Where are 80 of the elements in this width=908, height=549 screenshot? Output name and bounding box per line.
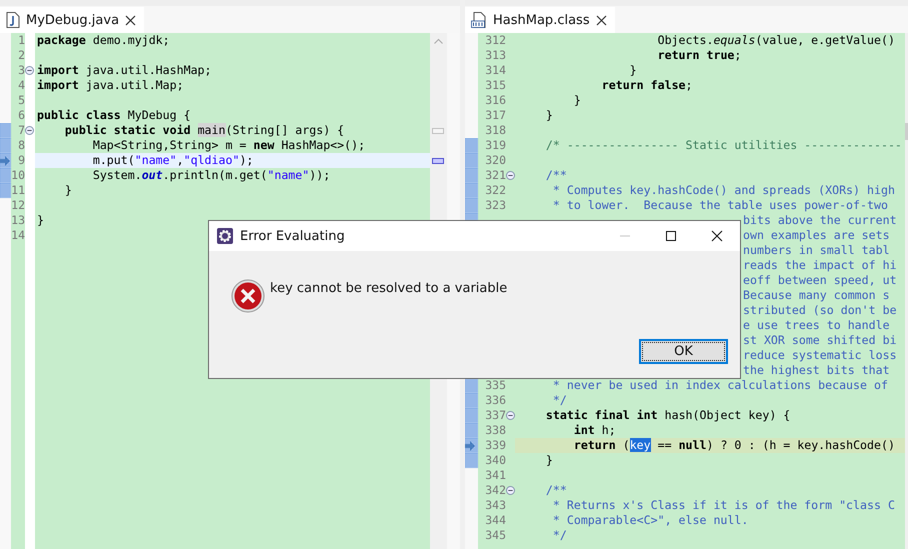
line-number: 320 <box>485 153 506 168</box>
code-line: Because many common s <box>743 288 890 303</box>
code-line: } <box>544 108 553 123</box>
code-line: } <box>628 63 637 78</box>
line-number: 336 <box>485 393 506 408</box>
code-line: } <box>544 453 553 468</box>
line-number: 342 <box>485 483 506 498</box>
code-line: } <box>37 213 44 228</box>
code-line: import java.util.Map; <box>37 78 184 93</box>
line-number: 2 <box>18 48 25 63</box>
line-number: 8 <box>18 138 25 153</box>
code-line: reduce systematic loss <box>743 348 897 363</box>
line-number: 322 <box>485 183 506 198</box>
code-line: stributed (so don't be <box>743 303 897 318</box>
code-line: public class MyDebug { <box>37 108 191 123</box>
code-line: System.out.println(m.get("name")); <box>92 168 330 183</box>
code-line: * to lower. Because the table uses power-of-two <box>552 198 888 213</box>
code-line: own examples are sets <box>743 228 890 243</box>
line-number: 344 <box>485 513 506 528</box>
code-line: package demo.myjdk; <box>37 33 170 48</box>
code-line: } <box>64 183 72 198</box>
code-line: Objects.equals(value, e.getValue() <box>656 33 895 48</box>
code-line: return false; <box>600 78 693 93</box>
code-line: return true; <box>656 48 742 63</box>
line-number: 312 <box>485 33 506 48</box>
line-number: 335 <box>485 378 506 393</box>
line-number: 4 <box>18 78 25 93</box>
code-line: st XOR some shifted bi <box>743 333 897 348</box>
error-message: key cannot be resolved to a variable <box>270 280 508 296</box>
code-line: */ <box>552 528 567 543</box>
line-number: 314 <box>485 63 506 78</box>
line-number: 338 <box>485 423 506 438</box>
code-line: reads the impact of hi <box>743 258 897 273</box>
dialog-title: Error Evaluating <box>240 228 345 244</box>
code-line: * Returns x's Class if it is of the form "class C <box>552 498 895 513</box>
code-line: import java.util.HashMap; <box>37 63 212 78</box>
code-line: eoff between speed, ut <box>743 273 897 288</box>
line-number: 337 <box>485 408 506 423</box>
code-line: return (key == null) ? 0 : (h = key.hashCode() <box>572 438 895 453</box>
line-number: 313 <box>485 48 506 63</box>
line-number: 345 <box>485 528 506 543</box>
line-number: 316 <box>485 93 506 108</box>
code-line: Map<String,String> m = new HashMap<>(); <box>92 138 366 153</box>
line-number: 340 <box>485 453 506 468</box>
code-line: int h; <box>572 423 616 438</box>
code-line: bits above the current <box>743 213 897 228</box>
code-line: numbers in small tabl <box>743 243 890 258</box>
line-number: 315 <box>485 78 506 93</box>
code-line: } <box>572 93 581 108</box>
code-line: /** <box>544 483 567 498</box>
code-line: /* ---------------- Static utilities -------------- <box>544 138 902 153</box>
line-number: 3 <box>18 63 25 78</box>
line-number: 343 <box>485 498 506 513</box>
code-line: * Computes key.hashCode() and spreads (XORs) high <box>552 183 895 198</box>
line-number: 318 <box>485 123 506 138</box>
code-line: the highest bits that <box>743 363 890 378</box>
line-number: 7 <box>18 123 25 138</box>
line-number: 10 <box>11 168 25 183</box>
line-number: 321 <box>485 168 506 183</box>
code-line: e use trees to handle <box>743 318 890 333</box>
code-line: * Comparable<C>", else null. <box>552 513 748 528</box>
line-number: 14 <box>11 228 25 243</box>
line-number: 11 <box>11 183 25 198</box>
code-line: /** <box>544 168 567 183</box>
line-number: 13 <box>11 213 25 228</box>
line-number: 12 <box>11 198 25 213</box>
line-number: 323 <box>485 198 506 213</box>
line-number: 341 <box>485 468 506 483</box>
code-line: * never be used in index calculations because of <box>552 378 888 393</box>
line-number: 339 <box>485 438 506 453</box>
line-number: 1 <box>18 33 25 48</box>
line-number: 5 <box>18 93 25 108</box>
code-line: static final int hash(Object key) { <box>544 408 790 423</box>
code-line: */ <box>552 393 567 408</box>
line-number: 9 <box>18 153 25 168</box>
line-number: 6 <box>18 108 25 123</box>
code-line: m.put("name","qldiao"); <box>92 153 254 168</box>
line-number: 319 <box>485 138 506 153</box>
line-number: 317 <box>485 108 506 123</box>
code-line: public static void main(String[] args) { <box>64 123 344 138</box>
